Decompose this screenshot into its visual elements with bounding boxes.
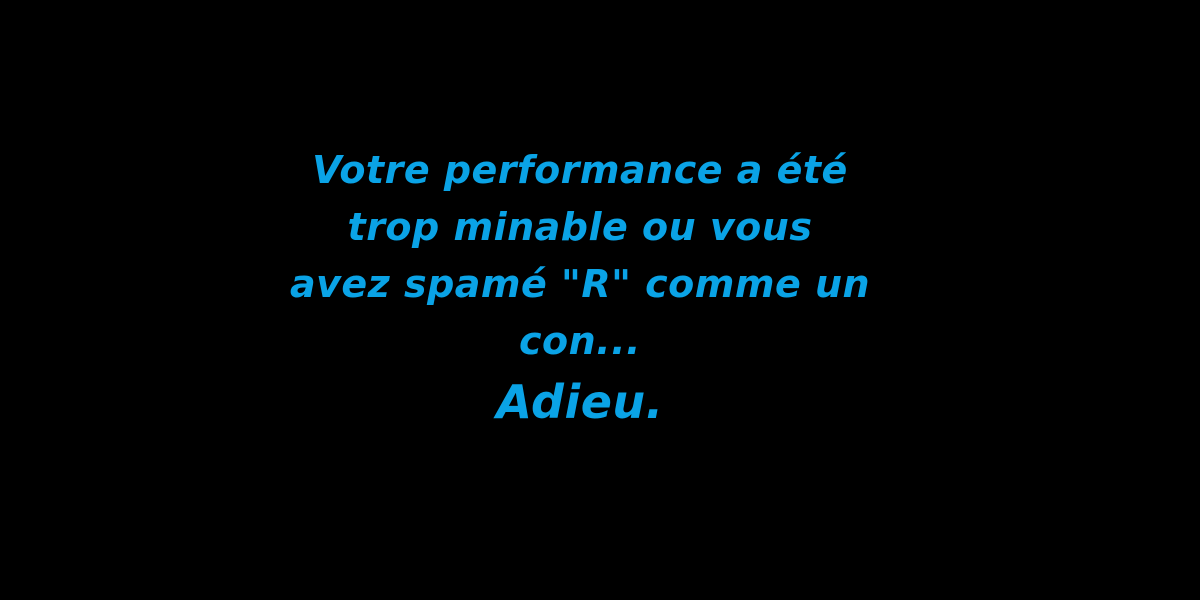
message-line-4: con... <box>519 319 641 363</box>
message-line-3: avez spamé "R" comme un <box>289 262 871 306</box>
game-over-message: Votre performance a été trop minable ou … <box>250 142 910 434</box>
message-line-1: Votre performance a été <box>312 148 848 192</box>
message-line-2: trop minable ou vous <box>347 205 813 249</box>
farewell-text: Adieu. <box>496 375 664 429</box>
game-over-screen: Votre performance a été trop minable ou … <box>0 0 1200 600</box>
